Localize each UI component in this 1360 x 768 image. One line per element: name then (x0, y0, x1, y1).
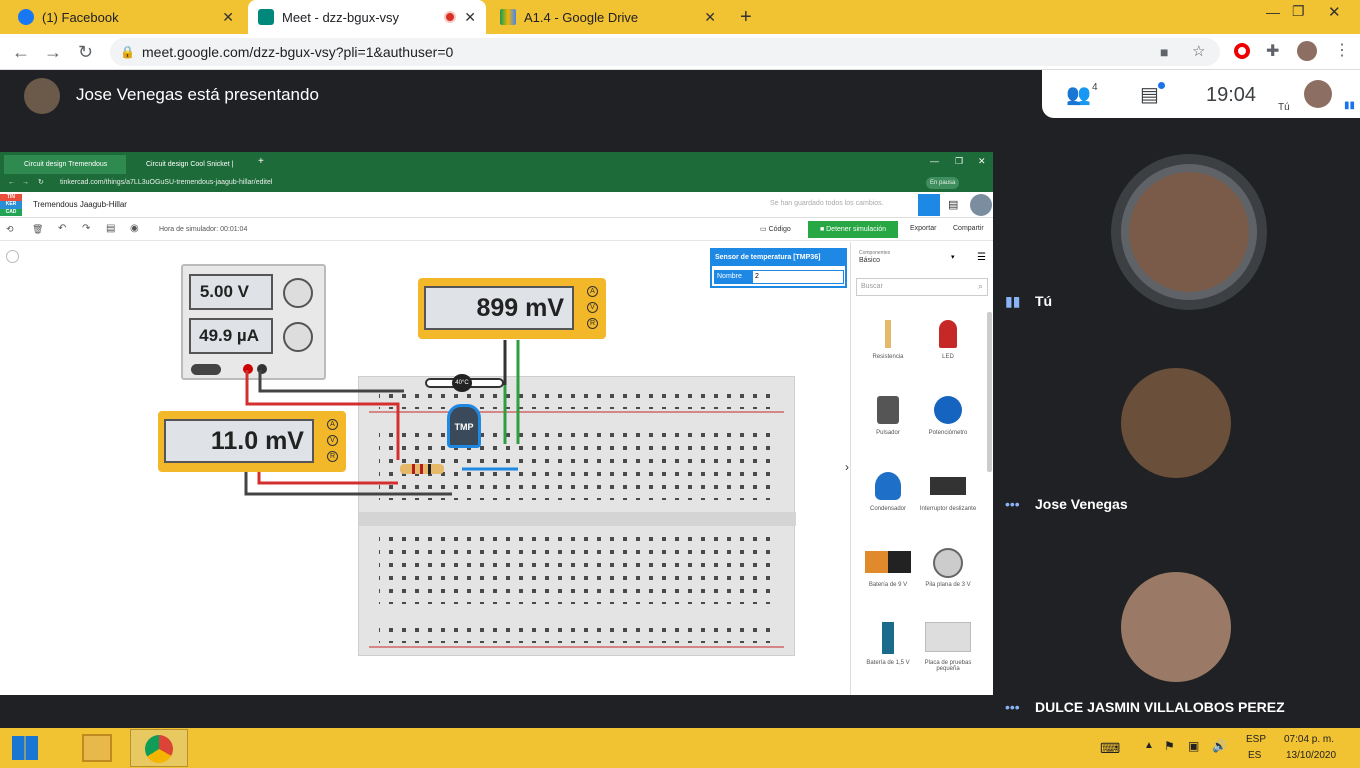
participants-column: ▮▮ Tú ••• Jose Venegas ••• DULCE JASMIN … (993, 118, 1360, 728)
people-icon[interactable]: 👥 (1066, 82, 1091, 107)
taskbar: ⌨ ▲ ⚑ ▣ 🔊 ESP ES 07:04 p. m. 13/10/2020 (0, 728, 1360, 768)
component-potentiometer[interactable]: Potenciómetro (913, 396, 983, 436)
list-icon[interactable]: ☰ (977, 252, 986, 263)
profile-avatar[interactable] (1297, 41, 1317, 61)
collapse-panel-icon[interactable]: › (845, 460, 849, 474)
component-slide-switch[interactable]: Interruptor deslizante (913, 472, 983, 512)
meet-clock: 19:04 (1206, 84, 1257, 106)
battery-9v-icon (865, 551, 911, 573)
component-small-breadboard[interactable]: Placa de pruebas pequeña (913, 622, 983, 672)
participant-avatar (1121, 368, 1231, 478)
resistor-icon (885, 320, 891, 348)
taskbar-time[interactable]: 07:04 p. m. (1284, 734, 1334, 745)
file-explorer-icon[interactable] (82, 734, 112, 762)
more-options-icon[interactable]: ••• (1005, 496, 1020, 512)
slide-switch-icon (930, 477, 966, 495)
potentiometer-icon (934, 396, 962, 424)
pushbutton-icon (877, 396, 899, 424)
components-select[interactable]: Básico (859, 257, 880, 264)
menu-icon[interactable]: ⋮ (1334, 40, 1350, 60)
participant-avatar (1121, 572, 1231, 682)
minimize-button[interactable]: — (1266, 4, 1280, 20)
more-options-icon[interactable]: ••• (1005, 699, 1020, 715)
participant-name: Tú (1035, 293, 1053, 309)
search-placeholder: Buscar (861, 283, 883, 290)
component-search[interactable]: Buscar ⌕ (856, 278, 988, 296)
capacitor-icon (875, 472, 901, 500)
chat-notification-badge (1158, 82, 1165, 89)
chrome-icon (145, 735, 173, 763)
audio-level-icon: ▮▮ (1344, 100, 1356, 111)
volume-icon[interactable]: 🔊 (1212, 739, 1227, 753)
opera-icon[interactable] (1234, 43, 1250, 59)
chevron-down-icon[interactable]: ▾ (951, 253, 955, 261)
scrollbar[interactable] (987, 312, 992, 472)
taskbar-date[interactable]: 13/10/2020 (1286, 750, 1336, 761)
window-close-button[interactable]: ✕ (1328, 3, 1341, 21)
keyboard-layout[interactable]: ES (1248, 750, 1261, 761)
meet-top-panel: 👥 4 ▤ Tú ▮▮ (1042, 70, 1360, 118)
audio-level-icon: ▮▮ (1005, 293, 1021, 309)
chevron-up-icon[interactable]: ▲ (1144, 740, 1154, 751)
battery-aa-icon (882, 622, 894, 654)
start-button[interactable] (12, 736, 38, 760)
network-icon[interactable]: ▣ (1188, 739, 1199, 753)
participant-name: DULCE JASMIN VILLALOBOS PEREZ (1035, 699, 1285, 715)
component-led[interactable]: LED (913, 320, 983, 360)
star-icon[interactable]: ☆ (1192, 38, 1205, 66)
chat-icon[interactable]: ▤ (1140, 82, 1159, 107)
chrome-taskbar-button[interactable] (130, 729, 188, 767)
components-label: Componentes (859, 250, 891, 256)
components-panel: Componentes Básico ▾ ☰ Buscar ⌕ › Resist… (845, 242, 993, 695)
coin-cell-icon (933, 548, 963, 578)
led-icon (939, 320, 957, 348)
self-avatar-large (1121, 164, 1257, 300)
flag-icon[interactable]: ⚑ (1164, 739, 1175, 753)
participant-name: Jose Venegas (1035, 496, 1128, 512)
name-label: Nombre (714, 270, 752, 284)
component-coin-cell[interactable]: Pila plana de 3 V (913, 548, 983, 588)
self-avatar (1304, 80, 1332, 108)
wires (244, 340, 520, 496)
breadboard-icon (925, 622, 971, 652)
language-code[interactable]: ESP (1246, 734, 1266, 745)
search-icon: ⌕ (977, 281, 983, 291)
tmp36-sensor[interactable]: TMP (447, 404, 481, 448)
properties-title: Sensor de temperatura [TMP36] (712, 250, 845, 266)
camera-icon[interactable]: ■ (1160, 38, 1168, 66)
keyboard-icon[interactable]: ⌨ (1100, 740, 1120, 757)
extensions-icon[interactable]: ✚ (1266, 41, 1279, 61)
restore-button[interactable]: ❐ (1292, 3, 1305, 20)
properties-panel: Sensor de temperatura [TMP36] Nombre 2 (710, 248, 847, 288)
name-input[interactable]: 2 (752, 270, 844, 284)
temperature-reading: 40°C (452, 374, 472, 392)
participant-count: 4 (1092, 82, 1098, 93)
self-label: Tú (1278, 102, 1290, 113)
